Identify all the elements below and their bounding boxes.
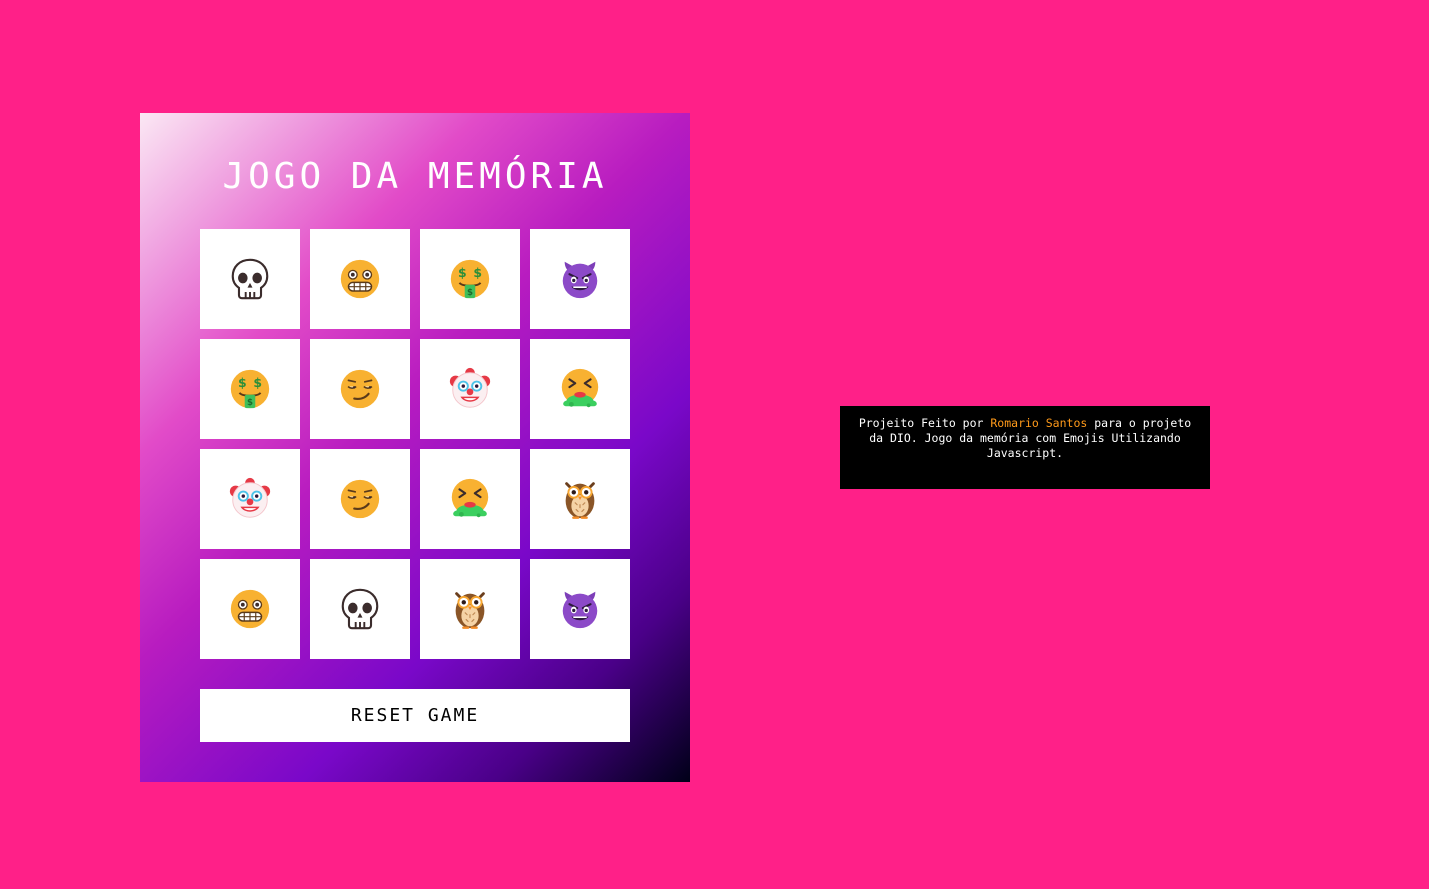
credits-prefix: Projeito Feito por: [858, 416, 991, 430]
memory-card[interactable]: [420, 339, 520, 439]
svg-text:$: $: [458, 265, 467, 280]
memory-card[interactable]: [530, 339, 630, 439]
smirking-face-icon: [337, 476, 383, 522]
memory-card[interactable]: [200, 229, 300, 329]
author-name[interactable]: Romario Santos: [990, 416, 1087, 430]
memory-card[interactable]: [200, 559, 300, 659]
svg-text:$: $: [467, 288, 473, 298]
memory-card[interactable]: $ $ $: [420, 229, 520, 329]
game-title: JOGO DA MEMÓRIA: [222, 156, 608, 197]
memory-card[interactable]: [310, 339, 410, 439]
owl-icon: [447, 586, 493, 632]
svg-text:$: $: [238, 375, 247, 390]
memory-card[interactable]: [530, 449, 630, 549]
svg-text:$: $: [473, 265, 482, 280]
smirking-face-icon: [337, 366, 383, 412]
vomiting-face-icon: [447, 476, 493, 522]
money-mouth-face-icon: $ $ $: [447, 256, 493, 302]
card-grid: $ $ $ $ $ $: [200, 229, 630, 659]
grimacing-face-icon: [227, 586, 273, 632]
vomiting-face-icon: [557, 366, 603, 412]
memory-card[interactable]: [310, 229, 410, 329]
reset-game-button[interactable]: RESET GAME: [200, 689, 630, 742]
memory-card[interactable]: [310, 559, 410, 659]
game-panel: JOGO DA MEMÓRIA $ $ $ $ $ $ RESET GAME: [140, 113, 690, 782]
skull-icon: [227, 256, 273, 302]
memory-card[interactable]: $ $ $: [200, 339, 300, 439]
svg-text:$: $: [247, 398, 253, 408]
memory-card[interactable]: [310, 449, 410, 549]
credits-box: Projeito Feito por Romario Santos para o…: [840, 406, 1210, 489]
memory-card[interactable]: [420, 559, 520, 659]
smiling-devil-icon: [557, 256, 603, 302]
memory-card[interactable]: [530, 229, 630, 329]
page: JOGO DA MEMÓRIA $ $ $ $ $ $ RESET GAME Proje…: [0, 0, 1429, 889]
money-mouth-face-icon: $ $ $: [227, 366, 273, 412]
memory-card[interactable]: [530, 559, 630, 659]
clown-face-icon: [227, 476, 273, 522]
clown-face-icon: [447, 366, 493, 412]
grimacing-face-icon: [337, 256, 383, 302]
owl-icon: [557, 476, 603, 522]
memory-card[interactable]: [420, 449, 520, 549]
memory-card[interactable]: [200, 449, 300, 549]
smiling-devil-icon: [557, 586, 603, 632]
svg-text:$: $: [253, 375, 262, 390]
skull-icon: [337, 586, 383, 632]
